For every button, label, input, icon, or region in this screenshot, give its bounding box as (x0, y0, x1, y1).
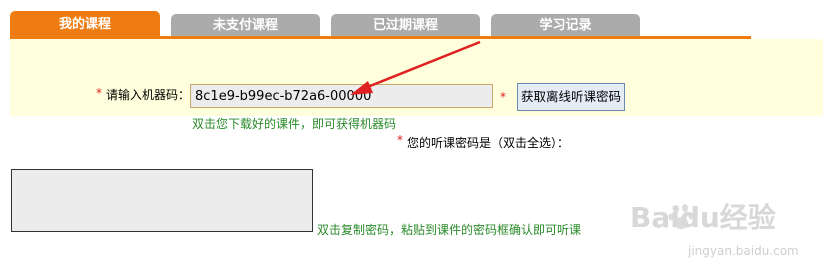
course-tabs: 我的课程 未支付课程 已过期课程 学习记录 (10, 11, 750, 38)
get-offline-password-button[interactable]: 获取离线听课密码 (517, 83, 625, 111)
password-label: 您的听课密码是（双击全选）： (407, 136, 570, 150)
machine-code-input[interactable] (190, 84, 493, 108)
tab-expired-courses[interactable]: 已过期课程 (331, 14, 480, 36)
baidu-watermark-url: jingyan.baidu.com (688, 244, 799, 258)
machine-code-hint: 双击您下载好的课件，即可获得机器码 (192, 117, 397, 131)
password-textarea[interactable] (11, 169, 313, 232)
password-hint: 双击复制密码，粘贴到课件的密码框确认即可听课 (317, 223, 582, 237)
tab-unpaid-courses[interactable]: 未支付课程 (171, 14, 320, 36)
baidu-watermark-logo: Baidu经验 (630, 201, 776, 234)
tab-my-courses[interactable]: 我的课程 (10, 11, 160, 36)
required-mark: * (397, 133, 403, 147)
machine-code-label: 请输入机器码： (106, 88, 191, 102)
tab-study-records[interactable]: 学习记录 (491, 14, 640, 36)
required-mark: * (96, 86, 102, 100)
required-mark: * (500, 90, 506, 104)
